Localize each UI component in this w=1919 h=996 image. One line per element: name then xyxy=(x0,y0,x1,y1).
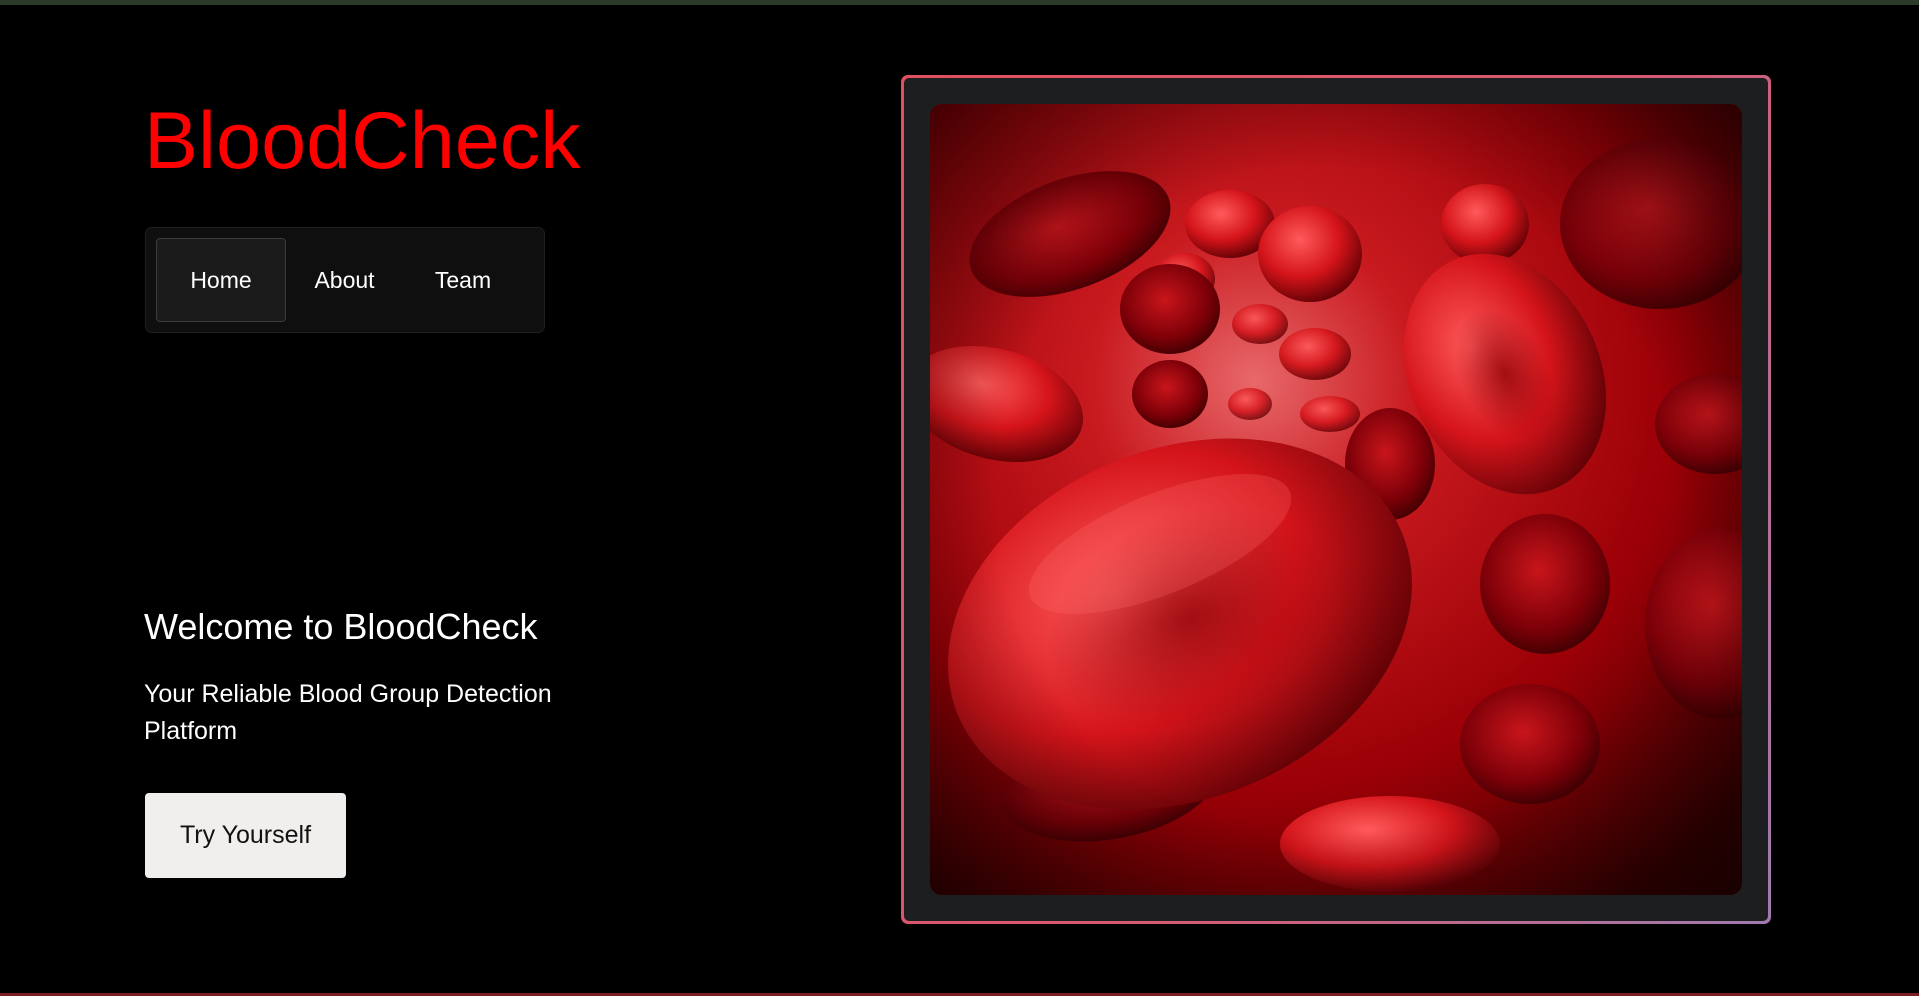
top-edge-strip xyxy=(0,0,1919,5)
welcome-subheading: Your Reliable Blood Group Detection Plat… xyxy=(144,680,552,745)
hero-image-frame xyxy=(901,75,1771,924)
site-title: BloodCheck xyxy=(144,96,581,186)
try-yourself-button[interactable]: Try Yourself xyxy=(145,793,346,878)
red-blood-cells-image xyxy=(930,104,1742,895)
nav-home-link[interactable]: Home xyxy=(156,238,286,322)
nav-about-link[interactable]: About xyxy=(286,238,403,322)
hero-image-frame-inner xyxy=(904,78,1768,921)
nav-team-link[interactable]: Team xyxy=(403,238,523,322)
welcome-heading: Welcome to BloodCheck xyxy=(144,606,538,647)
main-nav: Home About Team xyxy=(145,227,545,333)
